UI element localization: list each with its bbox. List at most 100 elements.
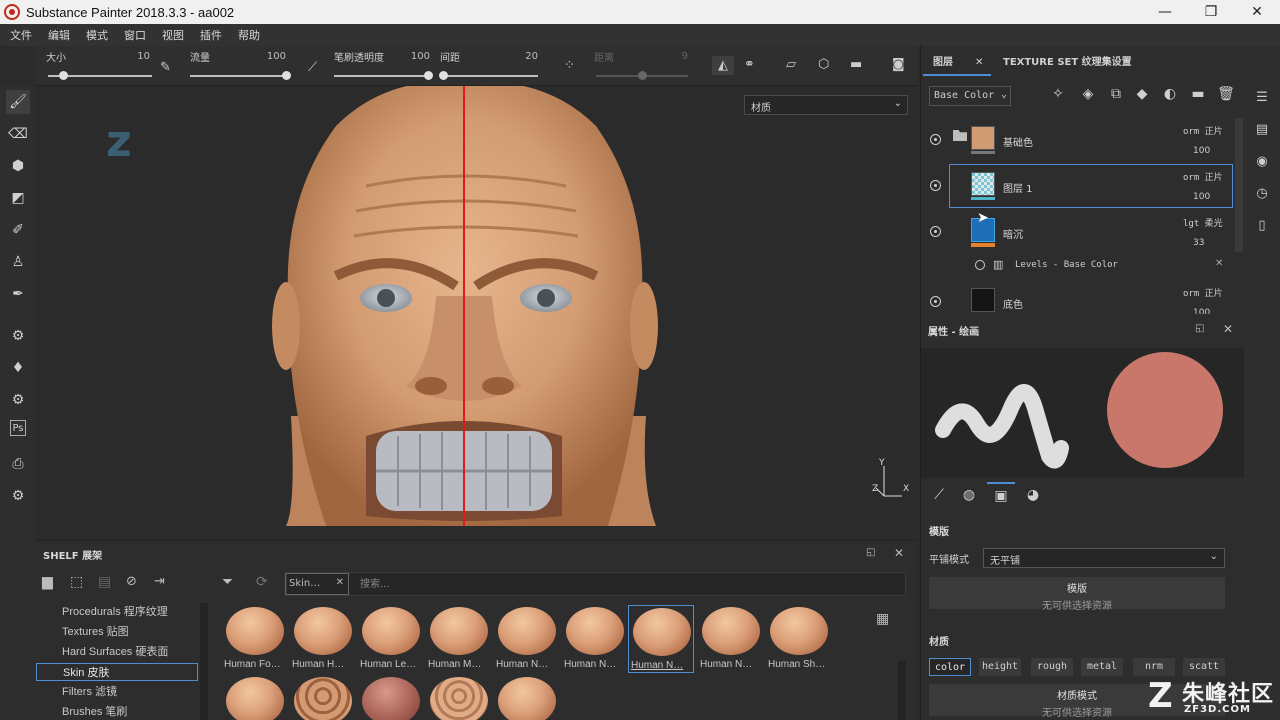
shelf-item[interactable]: Human N…: [562, 605, 628, 673]
viewport-mode-select[interactable]: 材质 ⌄: [744, 95, 908, 115]
layer-name[interactable]: 图层 1: [1003, 180, 1033, 195]
add-effect-icon[interactable]: ✧: [1047, 86, 1069, 106]
shelf-item[interactable]: Human N…: [698, 605, 764, 673]
stencil-slot[interactable]: 模版 无可供选择资源: [929, 577, 1225, 612]
flow-value[interactable]: 100: [250, 51, 286, 62]
menu-plugins[interactable]: 插件: [200, 27, 222, 43]
distance-value[interactable]: 9: [652, 51, 688, 62]
shelf-item[interactable]: [358, 675, 424, 720]
layer-blend-mode[interactable]: orm 正片: [1183, 124, 1223, 137]
tab-texture-set[interactable]: TEXTURE SET 纹理集设置: [1003, 50, 1132, 76]
channel-scatt-button[interactable]: scatt: [1183, 658, 1225, 676]
layer-opacity[interactable]: 100: [1193, 192, 1210, 202]
folder-icon[interactable]: ▆: [42, 574, 53, 590]
channel-select[interactable]: Base Color ⌄: [929, 86, 1011, 106]
layer-blend-mode[interactable]: orm 正片: [1183, 286, 1223, 299]
tab-close-icon[interactable]: ✕: [975, 57, 983, 68]
category-hard-surfaces[interactable]: Hard Surfaces 硬表面: [36, 643, 198, 661]
category-procedurals[interactable]: Procedurals 程序纹理: [36, 603, 198, 621]
filter-visibility-icon[interactable]: [975, 260, 985, 270]
menu-window[interactable]: 窗口: [124, 27, 146, 43]
new-shelf-icon[interactable]: ⬚: [70, 574, 83, 590]
layers-dock-icon[interactable]: ☰: [1252, 90, 1272, 110]
alpha-tab-icon[interactable]: ◍: [955, 482, 983, 508]
eraser-icon[interactable]: ⌫: [6, 122, 30, 146]
symmetry-icon[interactable]: ◭: [712, 56, 734, 75]
smudge-icon[interactable]: ✐: [6, 218, 30, 242]
iray-icon[interactable]: ♦: [6, 356, 30, 380]
save-shelf-icon[interactable]: ▤: [98, 574, 111, 590]
fill-layer-icon[interactable]: ◆: [1131, 86, 1153, 106]
shelf-search-input[interactable]: [360, 575, 880, 593]
category-skin[interactable]: Skin 皮肤: [36, 663, 198, 681]
add-layer-icon[interactable]: ⧉: [1105, 86, 1127, 106]
filter-remove-icon[interactable]: ✕: [1215, 258, 1223, 269]
layers-scrollbar[interactable]: [1235, 118, 1243, 252]
clone-stamp-icon[interactable]: ♙: [6, 250, 30, 274]
menu-mode[interactable]: 模式: [86, 27, 108, 43]
shelf-item[interactable]: [222, 675, 288, 720]
display-mode-icon[interactable]: ▬: [850, 57, 862, 72]
3d-viewport[interactable]: z Y X Z 材质 ⌄: [36, 86, 918, 526]
grid-view-icon[interactable]: ▦: [876, 611, 889, 627]
import-icon[interactable]: ⇥: [154, 574, 165, 589]
delete-layer-icon[interactable]: 🗑: [1215, 86, 1237, 106]
render-icon[interactable]: ⚙: [6, 388, 30, 412]
photoshop-export-icon[interactable]: Ps: [10, 420, 26, 436]
visibility-eye-icon[interactable]: [930, 226, 941, 237]
add-folder-icon[interactable]: ▬: [1187, 86, 1209, 106]
shelf-item[interactable]: [494, 675, 560, 720]
thumbnails-scrollbar[interactable]: [898, 661, 906, 720]
shelf-item[interactable]: Human Le…: [358, 605, 424, 673]
polygon-fill-icon[interactable]: ◩: [6, 186, 30, 210]
chip-close-icon[interactable]: ✕: [336, 577, 344, 588]
visibility-eye-icon[interactable]: [930, 296, 941, 307]
layer-row[interactable]: 底色 orm 正片 100: [921, 280, 1235, 314]
layer-name[interactable]: 基础色: [1003, 134, 1033, 149]
layer-row[interactable]: 基础色 orm 正片 100: [921, 118, 1235, 162]
shelf-item[interactable]: Human M…: [426, 605, 492, 673]
smart-material-icon[interactable]: ◐: [1159, 86, 1181, 106]
close-button[interactable]: ✕: [1234, 0, 1280, 24]
categories-scrollbar[interactable]: [200, 603, 208, 720]
stroke-opacity-slider[interactable]: 笔刷透明度 100: [330, 46, 433, 86]
layer-blend-mode[interactable]: orm 正片: [1183, 170, 1223, 183]
stencil-tab-icon[interactable]: ▣: [987, 482, 1015, 508]
lazy-mouse-icon[interactable]: ⁘: [564, 58, 575, 73]
layer-opacity[interactable]: 100: [1193, 308, 1210, 314]
layer-opacity[interactable]: 100: [1193, 146, 1210, 156]
spacing-value[interactable]: 20: [502, 51, 538, 62]
properties-float-icon[interactable]: ◱: [1195, 323, 1204, 334]
flow-pen-icon[interactable]: ✎: [160, 60, 171, 75]
visibility-eye-icon[interactable]: [930, 134, 941, 145]
color-picker-icon[interactable]: ✒: [6, 282, 30, 306]
category-brushes[interactable]: Brushes 笔刷: [36, 703, 198, 720]
properties-close-icon[interactable]: ✕: [1223, 322, 1233, 336]
shelf-item[interactable]: [290, 675, 356, 720]
opacity-pen-icon[interactable]: ⟋: [308, 60, 317, 75]
add-mask-icon[interactable]: ◈: [1077, 86, 1099, 106]
menu-edit[interactable]: 编辑: [48, 27, 70, 43]
paint-brush-icon[interactable]: 🖌: [6, 90, 30, 114]
channel-height-button[interactable]: height: [979, 658, 1021, 676]
size-slider[interactable]: 大小 10: [44, 46, 152, 86]
distance-slider[interactable]: 距离 9: [592, 46, 692, 86]
channel-color-button[interactable]: color: [929, 658, 971, 676]
category-filters[interactable]: Filters 滤镜: [36, 683, 198, 701]
layer-name[interactable]: 底色: [1003, 296, 1023, 311]
menu-help[interactable]: 帮助: [238, 27, 260, 43]
refresh-icon[interactable]: ⟳: [256, 574, 268, 590]
log-dock-icon[interactable]: ▯: [1252, 218, 1272, 238]
filter-funnel-icon[interactable]: ⏷: [222, 574, 233, 590]
screenshot-camera-icon[interactable]: ◙: [892, 57, 905, 72]
projection-plane-icon[interactable]: ▱: [786, 57, 796, 72]
shelf-item[interactable]: Human H…: [290, 605, 356, 673]
channel-nrm-button[interactable]: nrm: [1133, 658, 1175, 676]
shelf-item[interactable]: [426, 675, 492, 720]
shelf-item[interactable]: Human Sh…: [766, 605, 832, 673]
skin-filter-chip[interactable]: Skin… ✕: [285, 573, 349, 595]
distance-knob[interactable]: [637, 71, 647, 80]
channel-metal-button[interactable]: metal: [1081, 658, 1123, 676]
camera-mode-icon[interactable]: ⬡: [818, 57, 829, 72]
material-tab-icon[interactable]: ◕: [1019, 482, 1047, 508]
